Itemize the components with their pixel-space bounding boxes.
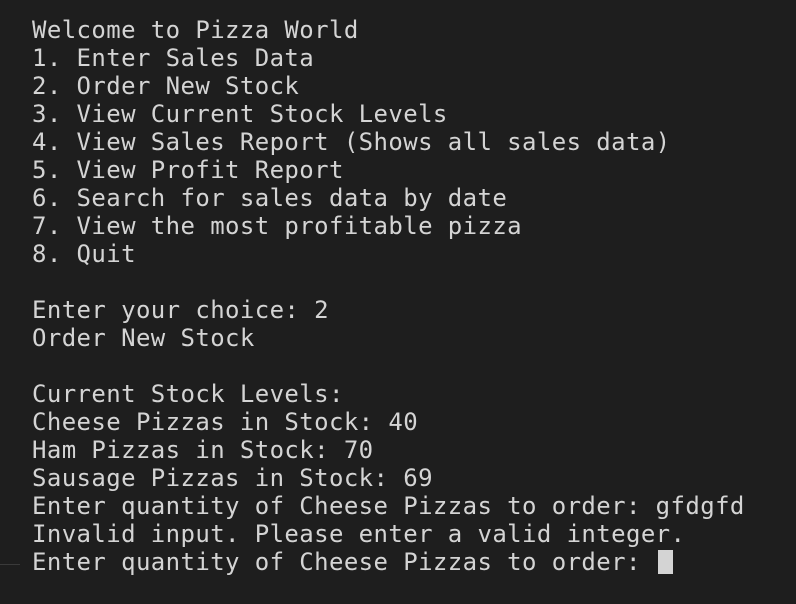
choice-result: Order New Stock: [32, 324, 255, 352]
choice-prompt: Enter your choice: 2: [32, 296, 329, 324]
menu-item-sales-report: 4. View Sales Report (Shows all sales da…: [32, 128, 671, 156]
stock-line-sausage: Sausage Pizzas in Stock: 69: [32, 464, 433, 492]
terminal-gutter: [0, 0, 20, 604]
menu-item-search-date: 6. Search for sales data by date: [32, 184, 508, 212]
stock-line-cheese: Cheese Pizzas in Stock: 40: [32, 408, 419, 436]
text-cursor[interactable]: [657, 550, 673, 574]
menu-item-order-stock: 2. Order New Stock: [32, 72, 300, 100]
order-prompt-active: Enter quantity of Cheese Pizzas to order…: [32, 548, 656, 576]
menu-item-profit-report: 5. View Profit Report: [32, 156, 344, 184]
order-prompt-previous: Enter quantity of Cheese Pizzas to order…: [32, 492, 745, 520]
menu-item-view-stock: 3. View Current Stock Levels: [32, 100, 448, 128]
gutter-divider: [0, 564, 20, 565]
menu-item-profitable-pizza: 7. View the most profitable pizza: [32, 212, 523, 240]
menu-item-enter-sales: 1. Enter Sales Data: [32, 44, 315, 72]
terminal-window[interactable]: Welcome to Pizza World 1. Enter Sales Da…: [0, 0, 796, 604]
menu-item-quit: 8. Quit: [32, 240, 136, 268]
error-message: Invalid input. Please enter a valid inte…: [32, 520, 686, 548]
active-prompt-line[interactable]: Enter quantity of Cheese Pizzas to order…: [32, 548, 796, 576]
stock-header: Current Stock Levels:: [32, 380, 344, 408]
menu-title: Welcome to Pizza World: [32, 16, 359, 44]
stock-line-ham: Ham Pizzas in Stock: 70: [32, 436, 374, 464]
